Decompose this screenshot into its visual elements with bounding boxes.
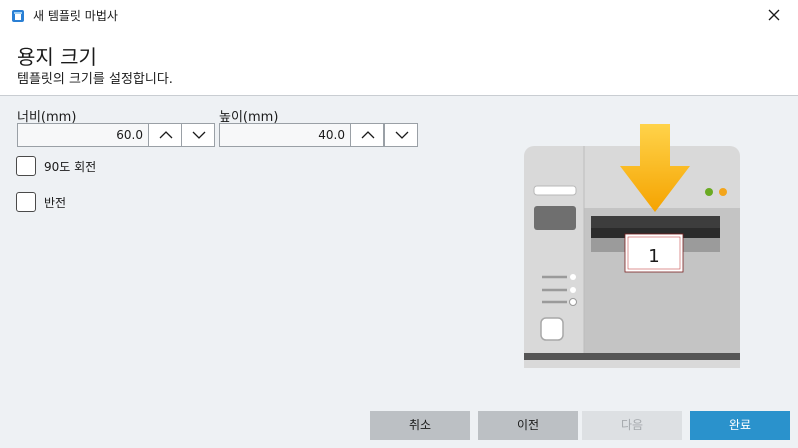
width-decrement-button[interactable] [181, 123, 215, 147]
height-input[interactable]: 40.0 [219, 123, 350, 147]
status-light-orange [719, 188, 727, 196]
close-icon[interactable] [766, 7, 782, 23]
window-title: 새 템플릿 마법사 [33, 9, 118, 23]
next-button[interactable]: 다음 [582, 411, 682, 440]
height-increment-button[interactable] [350, 123, 384, 147]
finish-button[interactable]: 완료 [690, 411, 790, 440]
power-button [540, 317, 564, 341]
chevron-up-icon [361, 131, 375, 139]
chevron-down-icon [192, 131, 206, 139]
paper-slot-top [591, 216, 720, 228]
control-panel [534, 206, 576, 230]
height-decrement-button[interactable] [384, 123, 418, 147]
back-button[interactable]: 이전 [478, 411, 578, 440]
title-bar: 새 템플릿 마법사 [0, 0, 798, 33]
printer-base-trim [524, 360, 740, 368]
printer-preview: 1 [524, 124, 740, 368]
width-increment-button[interactable] [148, 123, 182, 147]
display-slot [533, 185, 577, 196]
flip-checkbox[interactable] [16, 192, 36, 212]
cancel-button[interactable]: 취소 [370, 411, 470, 440]
page-header: 용지 크기 템플릿의 크기를 설정합니다. [0, 33, 798, 96]
page-subtitle: 템플릿의 크기를 설정합니다. [17, 72, 173, 87]
rotate-90-checkbox[interactable] [16, 156, 36, 176]
rotate-90-label: 90도 회전 [44, 160, 97, 174]
page-title: 용지 크기 [17, 45, 97, 69]
label-number: 1 [648, 246, 659, 267]
status-light-green [705, 188, 713, 196]
chevron-up-icon [159, 131, 173, 139]
width-input[interactable]: 60.0 [17, 123, 148, 147]
flip-label: 반전 [44, 196, 67, 210]
chevron-down-icon [395, 131, 409, 139]
app-icon [12, 10, 24, 22]
